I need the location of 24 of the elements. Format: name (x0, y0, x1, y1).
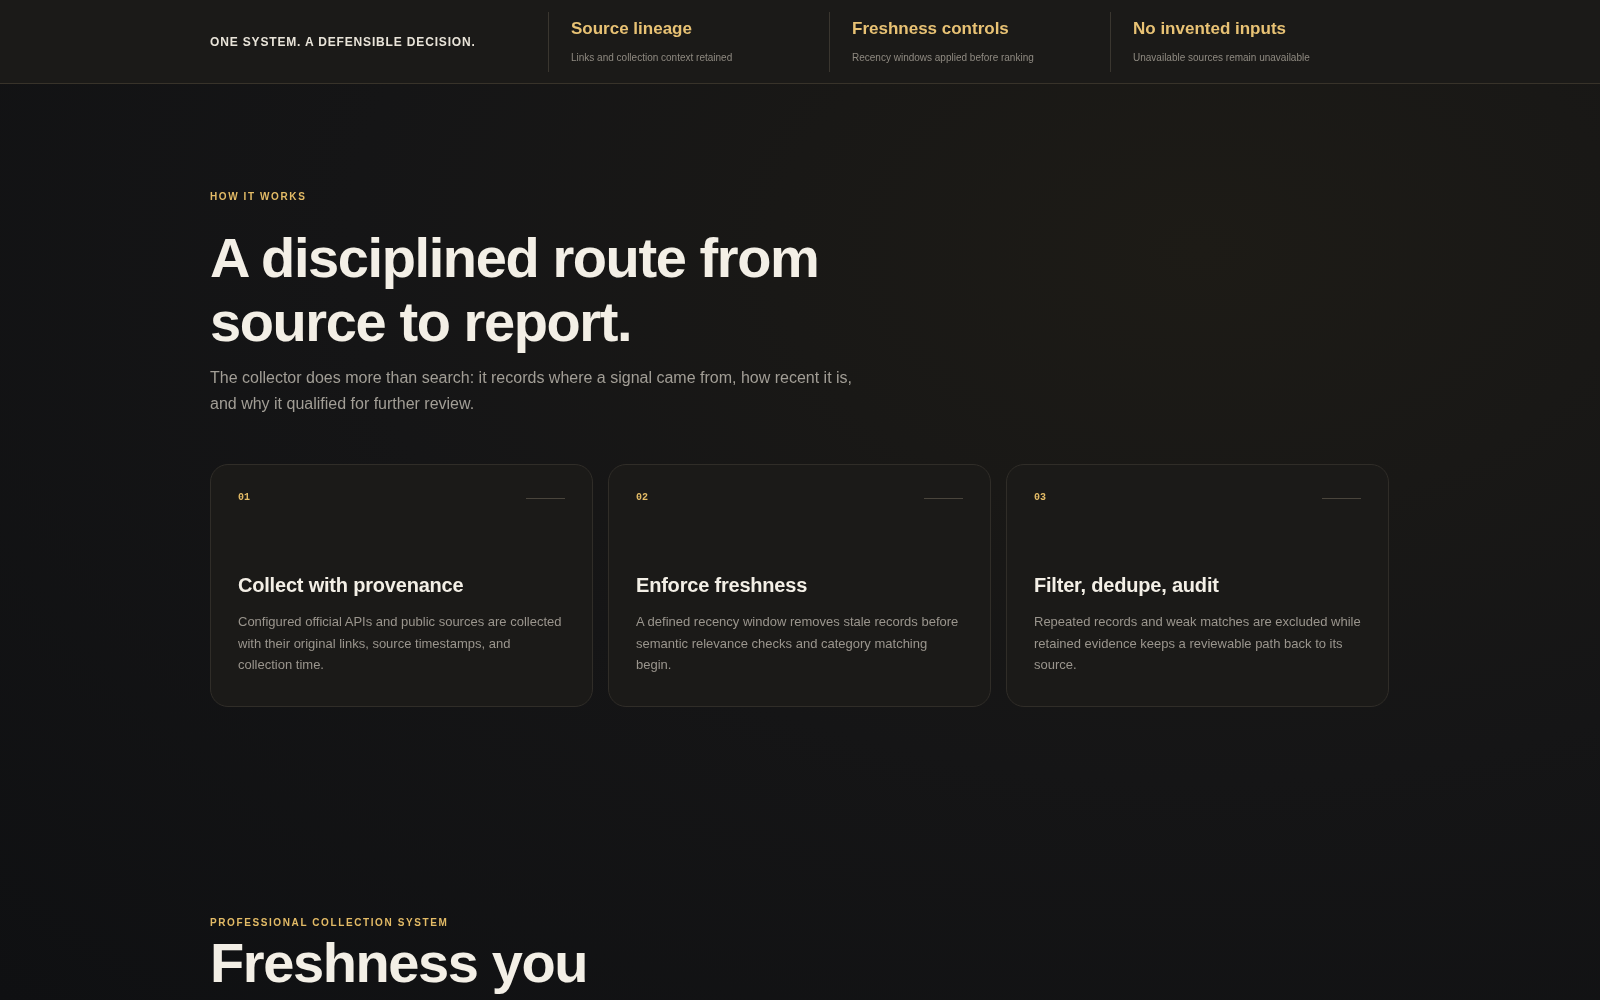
card-rule (1322, 497, 1361, 499)
step-title: Collect with provenance (238, 573, 465, 598)
step-description: Configured official APIs and public sources are collected with their original links, source timestamps, and collection time. (238, 613, 563, 674)
card-rule (526, 497, 565, 499)
highlight-title: Freshness controls (852, 19, 1010, 39)
highlight-subtitle: Unavailable sources remain unavailable (1133, 52, 1311, 64)
section-eyebrow: PROFESSIONAL COLLECTION SYSTEM (210, 916, 449, 930)
highlight-title: No invented inputs (1133, 19, 1287, 39)
highlight-title: Source lineage (571, 19, 693, 39)
section-eyebrow: HOW IT WORKS (210, 190, 307, 204)
section-heading: Freshness you (210, 932, 588, 994)
step-number: 03 (1034, 491, 1046, 505)
step-number: 01 (238, 491, 250, 505)
step-title: Enforce freshness (636, 573, 809, 598)
tagline: ONE SYSTEM. A DEFENSIBLE DECISION. (210, 33, 476, 51)
highlight-subtitle: Recency windows applied before ranking (852, 52, 1035, 64)
step-description: A defined recency window removes stale records before semantic relevance checks and category matching begin. (636, 613, 960, 674)
section-heading: A disciplined route from source to report. (210, 226, 820, 354)
card-rule (924, 497, 963, 499)
step-description: Repeated records and weak matches are excluded while retained evidence keeps a reviewable path back to its source. (1034, 613, 1362, 674)
step-title: Filter, dedupe, audit (1034, 573, 1220, 598)
highlight-subtitle: Links and collection context retained (571, 52, 734, 64)
step-number: 02 (636, 491, 648, 505)
section-description: The collector does more than search: it records where a signal came from, how recent it is, and why it qualified for further review. (210, 368, 854, 414)
